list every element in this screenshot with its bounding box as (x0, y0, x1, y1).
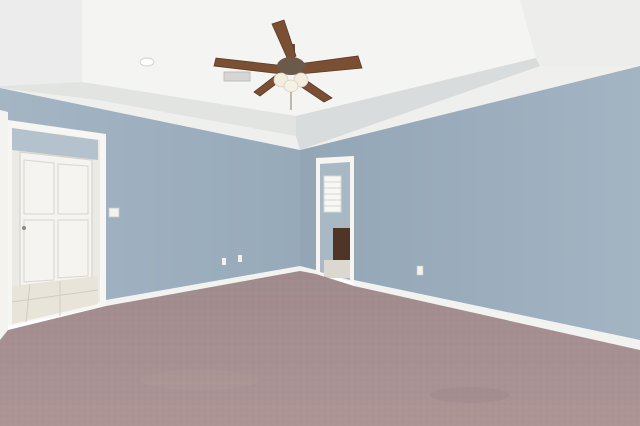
smoke-detector-icon (139, 57, 155, 67)
air-vent-icon (223, 71, 251, 82)
closet-door[interactable] (19, 151, 93, 289)
light-bulb-icon (283, 79, 299, 93)
light-switch-icon[interactable] (108, 207, 120, 218)
outlet-icon (222, 258, 226, 265)
outlet-icon (238, 255, 242, 262)
bedroom-scene (0, 0, 640, 426)
outlet-icon (416, 265, 424, 276)
bedroom-photo (0, 0, 640, 426)
fan-motor (277, 57, 305, 75)
vanity-cabinet (333, 228, 350, 264)
door-knob-icon (22, 226, 26, 230)
